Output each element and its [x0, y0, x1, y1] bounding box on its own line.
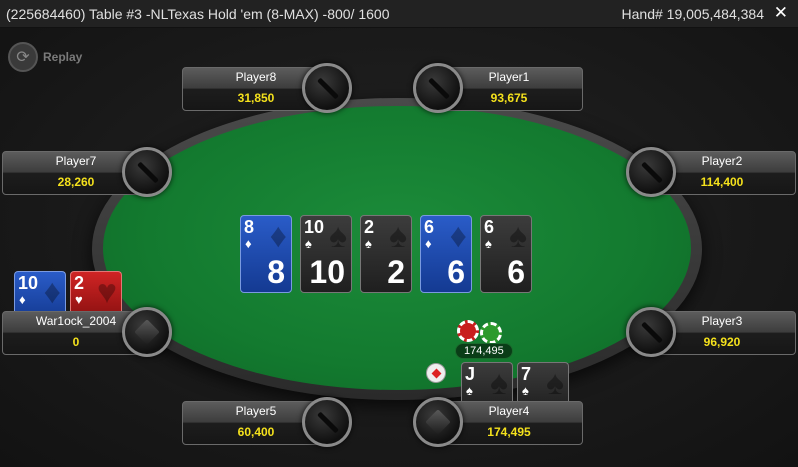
spade-icon: ♠ — [466, 383, 473, 398]
spade-icon: ♠ — [328, 217, 347, 255]
spade-icon: ♠ — [522, 383, 529, 398]
seat-player3[interactable]: Player3 96,920 — [626, 307, 796, 357]
board-card-1: 8 ♦ ♦ 8 — [240, 215, 292, 293]
spade-icon: ♠ — [545, 364, 564, 402]
chip-stack-icon — [457, 320, 479, 342]
seat-player4[interactable]: Player4 174,495 — [413, 397, 583, 447]
player-avatar — [302, 397, 352, 447]
card-rank: 2 — [364, 217, 375, 237]
table-title: (225684460) Table #3 -NLTexas Hold 'em (… — [6, 6, 390, 22]
diamond-icon: ♦ — [449, 217, 467, 255]
card-rank: J — [465, 364, 476, 384]
player-avatar — [413, 63, 463, 113]
diamond-icon: ♦ — [245, 236, 252, 251]
player-avatar — [122, 307, 172, 357]
dealer-button-icon — [426, 363, 446, 383]
board-card-4: 6 ♦ ♦ 6 — [420, 215, 472, 293]
seat-player2[interactable]: Player2 114,400 — [626, 147, 796, 197]
card-big-rank: 8 — [267, 254, 285, 290]
card-rank: 6 — [424, 217, 435, 237]
chip-stack-icon — [480, 322, 502, 344]
spade-icon: ♠ — [305, 236, 312, 251]
player-avatar — [626, 147, 676, 197]
heart-icon: ♥ — [75, 292, 83, 307]
card-big-rank: 2 — [387, 254, 405, 290]
board-card-5: 6 ♠ ♠ 6 — [480, 215, 532, 293]
player-avatar — [122, 147, 172, 197]
heart-icon: ♥ — [96, 273, 117, 311]
diamond-icon: ♦ — [43, 273, 61, 311]
spade-icon: ♠ — [388, 217, 407, 255]
board-card-3: 2 ♠ ♠ 2 — [360, 215, 412, 293]
title-bar: (225684460) Table #3 -NLTexas Hold 'em (… — [0, 0, 798, 28]
card-rank: 10 — [18, 273, 39, 293]
hand-number: Hand# 19,005,484,384 — [621, 6, 764, 22]
pot-amount: 174,495 — [455, 343, 513, 359]
diamond-icon: ♦ — [19, 292, 26, 307]
card-rank: 7 — [521, 364, 532, 384]
replay-label: Replay — [43, 50, 83, 64]
close-icon[interactable]: ✕ — [774, 4, 788, 22]
spade-icon: ♠ — [365, 236, 372, 251]
spade-icon: ♠ — [489, 364, 508, 402]
replay-icon: ⟳ — [8, 42, 38, 72]
spade-icon: ♠ — [508, 217, 527, 255]
card-big-rank: 6 — [447, 254, 465, 290]
seat-player8[interactable]: Player8 31,850 — [182, 63, 352, 113]
card-rank: 6 — [484, 217, 495, 237]
card-big-rank: 10 — [309, 254, 345, 290]
player-avatar — [413, 397, 463, 447]
seat-player1[interactable]: Player1 93,675 — [413, 63, 583, 113]
board-card-2: 10 ♠ ♠ 10 — [300, 215, 352, 293]
card-rank: 8 — [244, 217, 255, 237]
spade-icon: ♠ — [485, 236, 492, 251]
replay-button[interactable]: ⟳ Replay — [8, 42, 82, 72]
diamond-icon: ♦ — [269, 217, 287, 255]
diamond-icon: ♦ — [425, 236, 432, 251]
player-avatar — [626, 307, 676, 357]
card-rank: 2 — [74, 273, 85, 293]
card-big-rank: 6 — [507, 254, 525, 290]
seat-player7[interactable]: Player7 28,260 — [2, 147, 172, 197]
player-avatar — [302, 63, 352, 113]
seat-war1ock[interactable]: War1ock_2004 0 — [2, 307, 172, 357]
seat-player5[interactable]: Player5 60,400 — [182, 397, 352, 447]
card-rank: 10 — [304, 217, 325, 237]
